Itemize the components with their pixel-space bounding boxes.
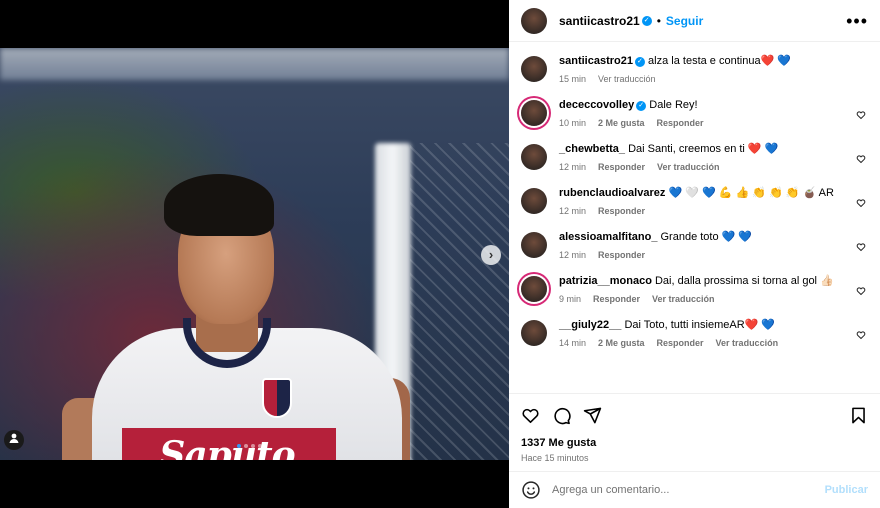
comment-row: patrizia__monaco Dai, dalla prossima si … bbox=[521, 274, 868, 304]
post-viewer: Saputo › santiicastro21 ✓ • Seguir ••• s… bbox=[0, 0, 880, 508]
comment-input[interactable]: Agrega un comentario... bbox=[552, 484, 669, 496]
comment-username[interactable]: rubenclaudioalvarez bbox=[559, 187, 665, 199]
post-sidebar: santiicastro21 ✓ • Seguir ••• santiicast… bbox=[509, 0, 880, 508]
comment-text: Grande toto 💙 💙 bbox=[660, 231, 753, 243]
comment-username[interactable]: _chewbetta_ bbox=[559, 143, 625, 155]
comment-username[interactable]: patrizia__monaco bbox=[559, 275, 652, 287]
comment-time[interactable]: 12 min bbox=[559, 250, 586, 260]
separator: • bbox=[656, 13, 661, 28]
avatar[interactable] bbox=[521, 276, 547, 302]
goal-net bbox=[410, 143, 509, 460]
translate-link[interactable]: Ver traducción bbox=[657, 162, 720, 172]
avatar[interactable] bbox=[521, 144, 547, 170]
comment-text: Dale Rey! bbox=[649, 99, 698, 111]
comment-time[interactable]: 14 min bbox=[559, 338, 586, 348]
post-media: Saputo › bbox=[0, 0, 509, 508]
jersey-sponsor: Saputo bbox=[159, 434, 295, 460]
comment-composer: Agrega un comentario... Publicar bbox=[509, 471, 880, 508]
reply-button[interactable]: Responder bbox=[657, 118, 704, 128]
carousel-dots bbox=[237, 444, 262, 448]
more-options-icon[interactable]: ••• bbox=[846, 12, 868, 30]
caption-text: alza la testa e continua❤️ 💙 bbox=[648, 55, 792, 67]
avatar[interactable] bbox=[521, 7, 547, 34]
verified-icon: ✓ bbox=[641, 15, 652, 26]
author-username[interactable]: santiicastro21 bbox=[559, 14, 640, 28]
comment-time[interactable]: 10 min bbox=[559, 118, 586, 128]
comment-row: __giuly22__ Dai Toto, tutti insiemeAR❤️ … bbox=[521, 318, 868, 348]
comment-time[interactable]: 12 min bbox=[559, 162, 586, 172]
comment-icon[interactable] bbox=[552, 406, 571, 425]
bookmark-icon[interactable] bbox=[849, 406, 868, 425]
comment-row: dececcovolley ✓ Dale Rey! 10 min 2 Me gusta… bbox=[521, 98, 868, 128]
carousel-dot bbox=[237, 444, 241, 448]
heart-icon[interactable] bbox=[521, 406, 540, 425]
likes-count[interactable]: 1337 Me gusta bbox=[521, 437, 868, 449]
carousel-dot bbox=[244, 444, 248, 448]
follow-button[interactable]: Seguir bbox=[666, 14, 703, 28]
reply-button[interactable]: Responder bbox=[598, 206, 645, 216]
verified-icon: ✓ bbox=[636, 101, 647, 111]
action-bar: 1337 Me gusta Hace 15 minutos bbox=[509, 393, 880, 463]
stadium-background bbox=[0, 48, 509, 80]
verified-icon: ✓ bbox=[634, 57, 645, 67]
caption-time[interactable]: 15 min bbox=[559, 74, 586, 84]
avatar[interactable] bbox=[521, 56, 547, 82]
avatar[interactable] bbox=[521, 188, 547, 214]
comment-row: _chewbetta_ Dai Santi, creemos en ti ❤️ … bbox=[521, 142, 868, 172]
comment-text: Dai Santi, creemos en ti ❤️ 💙 bbox=[628, 143, 779, 155]
comment-text: Dai, dalla prossima si torna al gol 👍🏻 bbox=[654, 275, 834, 287]
avatar[interactable] bbox=[521, 232, 547, 258]
heart-icon[interactable] bbox=[856, 195, 866, 208]
emoji-icon[interactable] bbox=[521, 480, 541, 500]
avatar[interactable] bbox=[521, 320, 547, 346]
share-icon[interactable] bbox=[583, 406, 602, 425]
post-timestamp: Hace 15 minutos bbox=[521, 453, 589, 463]
heart-icon[interactable] bbox=[856, 327, 866, 340]
reply-button[interactable]: Responder bbox=[598, 162, 645, 172]
comment-likes[interactable]: 2 Me gusta bbox=[598, 338, 645, 348]
comment-username[interactable]: __giuly22__ bbox=[559, 319, 621, 331]
comment-text: Dai Toto, tutti insiemeAR❤️ 💙 bbox=[624, 319, 776, 331]
heart-icon[interactable] bbox=[856, 283, 866, 296]
carousel-dot bbox=[258, 444, 262, 448]
translate-link[interactable]: Ver traducción bbox=[716, 338, 779, 348]
player-hair bbox=[164, 174, 274, 236]
reply-button[interactable]: Responder bbox=[657, 338, 704, 348]
caption: santiicastro21 ✓ alza la testa e continua… bbox=[521, 54, 868, 84]
comment-row: alessioamalfitano_ Grande toto 💙 💙 12 min… bbox=[521, 230, 868, 260]
chevron-right-icon[interactable]: › bbox=[481, 245, 501, 265]
comment-username[interactable]: alessioamalfitano_ bbox=[559, 231, 657, 243]
heart-icon[interactable] bbox=[856, 239, 866, 252]
comment-row: rubenclaudioalvarez 💙 🤍 💙 💪 👍 👏 👏 👏 🧉 AR… bbox=[521, 186, 868, 216]
comment-time[interactable]: 9 min bbox=[559, 294, 581, 304]
heart-icon[interactable] bbox=[856, 151, 866, 164]
caption-translate-link[interactable]: Ver traducción bbox=[598, 74, 656, 84]
post-photo[interactable]: Saputo bbox=[0, 48, 509, 460]
reply-button[interactable]: Responder bbox=[598, 250, 645, 260]
tagged-user-icon[interactable] bbox=[4, 430, 24, 450]
post-comment-button[interactable]: Publicar bbox=[825, 484, 868, 496]
caption-username[interactable]: santiicastro21 bbox=[559, 55, 633, 67]
post-header: santiicastro21 ✓ • Seguir ••• bbox=[509, 0, 880, 42]
comment-text: 💙 🤍 💙 💪 👍 👏 👏 👏 🧉 AR bbox=[668, 187, 834, 199]
heart-icon[interactable] bbox=[856, 107, 866, 120]
reply-button[interactable]: Responder bbox=[593, 294, 640, 304]
comment-username[interactable]: dececcovolley bbox=[559, 99, 634, 111]
carousel-dot bbox=[251, 444, 255, 448]
translate-link[interactable]: Ver traducción bbox=[652, 294, 715, 304]
comments-list[interactable]: santiicastro21 ✓ alza la testa e continua… bbox=[509, 42, 880, 392]
comment-likes[interactable]: 2 Me gusta bbox=[598, 118, 645, 128]
comment-time[interactable]: 12 min bbox=[559, 206, 586, 216]
avatar[interactable] bbox=[521, 100, 547, 126]
club-crest bbox=[262, 378, 292, 418]
